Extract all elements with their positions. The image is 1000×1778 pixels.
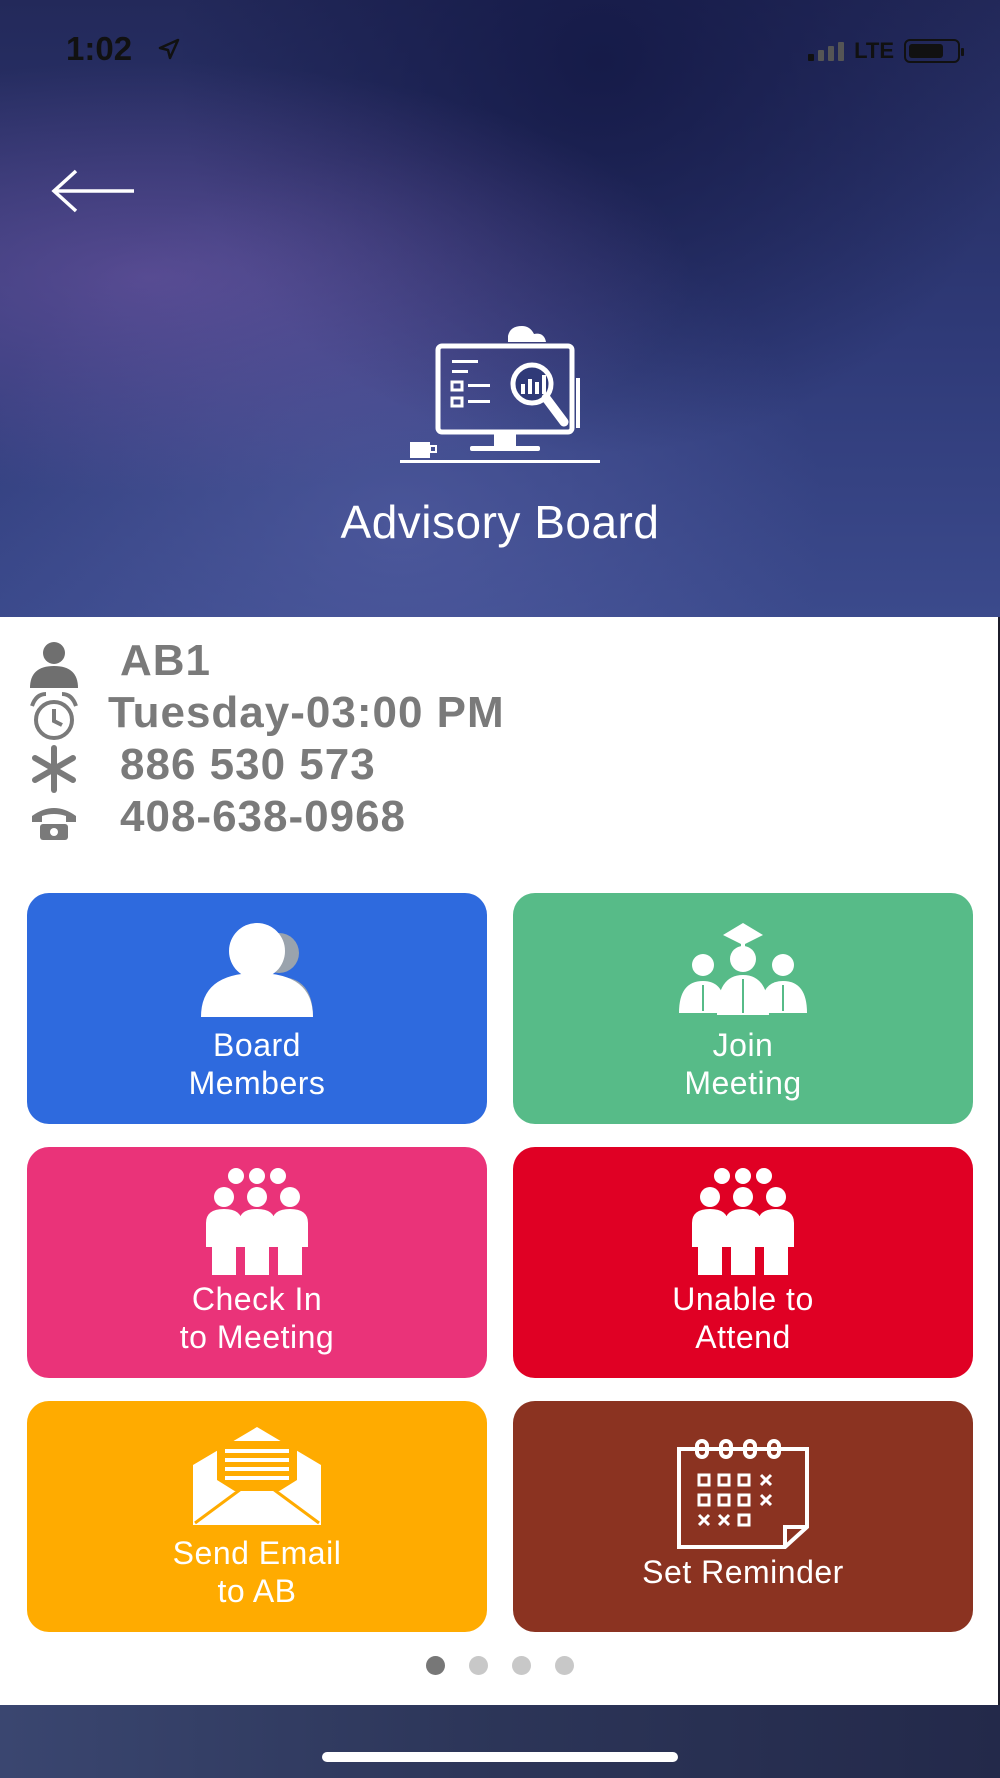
tile-label-line1: Set Reminder: [642, 1554, 844, 1590]
back-arrow-icon: [51, 169, 134, 213]
tile-label-line2: Attend: [695, 1319, 791, 1355]
group-name: AB1: [120, 636, 212, 685]
tile-label-line2: Meeting: [684, 1065, 802, 1101]
meeting-schedule: Tuesday-03:00 PM: [108, 688, 505, 737]
signal-bars-icon: [808, 41, 845, 61]
page-dot-3[interactable]: [512, 1656, 531, 1675]
tile-label-line1: Join: [712, 1027, 774, 1063]
phone-number: 408-638-0968: [120, 792, 407, 841]
join-meeting-button[interactable]: Join Meeting: [513, 893, 973, 1124]
check-in-group-icon: [206, 1168, 308, 1275]
telephone-icon: [32, 808, 76, 840]
home-indicator[interactable]: [322, 1752, 678, 1762]
calendar-reminder-icon: [677, 1439, 809, 1549]
back-button[interactable]: [50, 168, 140, 214]
tile-label-line2: to AB: [217, 1573, 297, 1609]
check-in-button[interactable]: Check In to Meeting: [27, 1147, 487, 1378]
page-dot-2[interactable]: [469, 1656, 488, 1675]
unable-group-icon: [692, 1168, 794, 1275]
board-members-button[interactable]: Board Members: [27, 893, 487, 1124]
location-arrow-icon: [158, 38, 180, 65]
tile-label-line1: Send Email: [172, 1535, 342, 1571]
join-meeting-icon: [679, 923, 807, 1015]
tile-label-line2: Members: [188, 1065, 326, 1101]
alarm-clock-icon: [30, 692, 78, 740]
status-indicators: LTE: [808, 38, 964, 64]
send-email-button[interactable]: Send Email to AB: [27, 1401, 487, 1632]
email-envelope-icon: [193, 1427, 321, 1525]
page-dot-4[interactable]: [555, 1656, 574, 1675]
page-indicator: [0, 1656, 1000, 1675]
asterisk-icon: [32, 745, 76, 793]
tile-label-line2: to Meeting: [179, 1319, 335, 1355]
status-time: 1:02: [66, 30, 133, 67]
page-title: Advisory Board: [340, 496, 660, 548]
network-label: LTE: [854, 38, 894, 63]
unable-to-attend-button[interactable]: Unable to Attend: [513, 1147, 973, 1378]
tile-label-line1: Board: [213, 1027, 301, 1063]
tile-label-line1: Unable to: [672, 1281, 814, 1317]
battery-icon: [904, 39, 964, 63]
bottom-bar: [0, 1705, 1000, 1778]
meeting-id: 886 530 573: [120, 740, 376, 789]
page-dot-1[interactable]: [426, 1656, 445, 1675]
tile-label-line1: Check In: [191, 1281, 323, 1317]
person-icon: [30, 642, 78, 688]
set-reminder-button[interactable]: Set Reminder: [513, 1401, 973, 1632]
computer-analytics-icon: [400, 322, 600, 470]
board-members-icon: [201, 923, 313, 1017]
